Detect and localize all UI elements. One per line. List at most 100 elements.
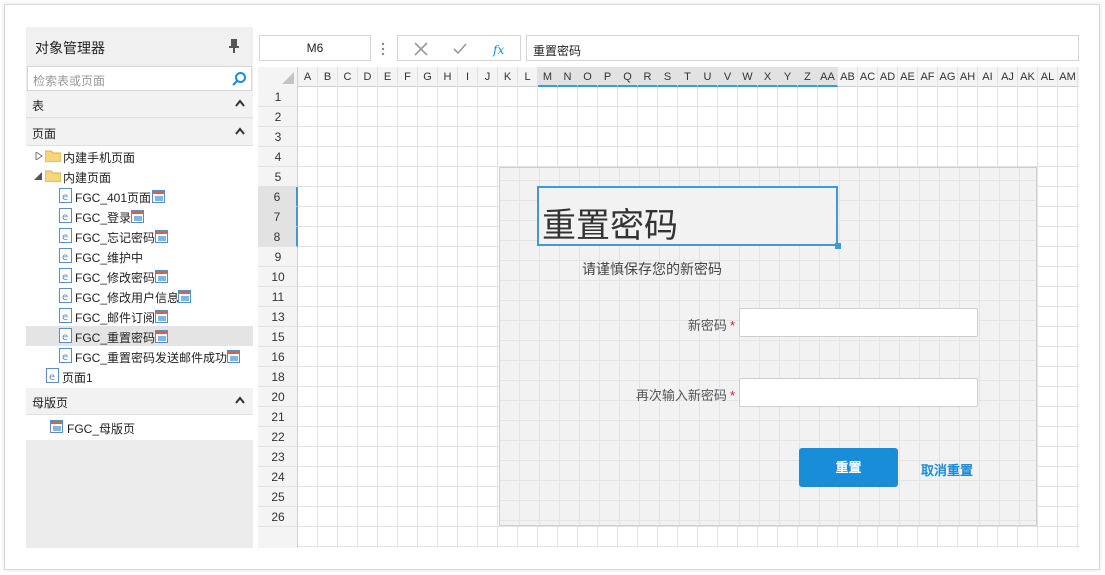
row-header[interactable]: 26 — [258, 507, 298, 527]
formula-input[interactable]: 重置密码 — [526, 35, 1079, 61]
column-header[interactable]: AJ — [998, 67, 1018, 87]
chevron-up-icon[interactable] — [235, 127, 245, 135]
confirm-password-field[interactable] — [739, 378, 978, 407]
row-header[interactable]: 8 — [258, 227, 298, 247]
column-header[interactable]: AI — [978, 67, 998, 87]
cancel-reset-link[interactable]: 取消重置 — [921, 460, 973, 479]
row-header[interactable]: 21 — [258, 407, 298, 427]
tree-item-page[interactable]: e FGC_维护中 — [26, 246, 253, 266]
check-icon[interactable] — [452, 41, 468, 57]
column-header[interactable]: AG — [938, 67, 958, 87]
column-header[interactable]: AA — [818, 67, 838, 87]
column-header[interactable]: E — [378, 67, 398, 87]
tree-item-page[interactable]: e FGC_邮件订阅 — [26, 306, 253, 326]
tree-folder-pages[interactable]: 内建页面 — [26, 166, 253, 186]
row-header[interactable]: 10 — [258, 267, 298, 287]
column-header[interactable]: AC — [858, 67, 878, 87]
column-header[interactable]: AB — [838, 67, 858, 87]
column-header[interactable]: L — [518, 67, 538, 87]
column-header[interactable]: AH — [958, 67, 978, 87]
column-header[interactable]: N — [558, 67, 578, 87]
tree-folder-mobile-pages[interactable]: 内建手机页面 — [26, 146, 253, 166]
column-header[interactable]: Q — [618, 67, 638, 87]
tree-item-page[interactable]: e FGC_登录 — [26, 206, 253, 226]
tree-item-page[interactable]: e FGC_修改密码 — [26, 266, 253, 286]
column-header[interactable]: AD — [878, 67, 898, 87]
tree-item-page[interactable]: e FGC_重置密码发送邮件成功 — [26, 346, 253, 366]
cell-reference-box[interactable]: M6 — [259, 35, 371, 61]
row-header[interactable]: 24 — [258, 467, 298, 487]
column-header[interactable]: U — [698, 67, 718, 87]
new-password-field[interactable] — [739, 308, 978, 337]
row-header[interactable]: 15 — [258, 327, 298, 347]
column-header[interactable]: H — [438, 67, 458, 87]
column-header[interactable]: AK — [1018, 67, 1038, 87]
column-header[interactable]: R — [638, 67, 658, 87]
column-header[interactable]: AF — [918, 67, 938, 87]
row-header[interactable]: 6 — [258, 187, 298, 207]
column-header[interactable]: P — [598, 67, 618, 87]
section-pages[interactable]: 页面 — [26, 119, 253, 146]
section-tables[interactable]: 表 — [26, 91, 253, 118]
more-vertical-icon[interactable] — [380, 42, 386, 56]
chevron-up-icon[interactable] — [235, 99, 245, 107]
section-masters[interactable]: 母版页 — [26, 388, 253, 415]
row-header[interactable]: 2 — [258, 107, 298, 127]
tree-item-page[interactable]: e FGC_401页面 — [26, 186, 253, 206]
tree-item-page[interactable]: e FGC_忘记密码 — [26, 226, 253, 246]
select-all-corner[interactable] — [258, 67, 298, 87]
column-header[interactable]: X — [758, 67, 778, 87]
row-header[interactable]: 18 — [258, 367, 298, 387]
column-header[interactable]: F — [398, 67, 418, 87]
column-header[interactable]: AL — [1038, 67, 1058, 87]
column-header[interactable]: S — [658, 67, 678, 87]
row-header[interactable]: 20 — [258, 387, 298, 407]
svg-text:e: e — [62, 332, 68, 343]
row-header[interactable]: 16 — [258, 347, 298, 367]
row-header[interactable]: 5 — [258, 167, 298, 187]
row-header[interactable]: 25 — [258, 487, 298, 507]
row-header[interactable]: 4 — [258, 147, 298, 167]
column-header[interactable]: T — [678, 67, 698, 87]
column-header[interactable]: AM — [1058, 67, 1078, 87]
search-icon[interactable] — [231, 71, 247, 87]
function-icon[interactable]: fx — [492, 41, 508, 57]
tree-item-page[interactable]: e FGC_修改用户信息 — [26, 286, 253, 306]
row-header[interactable]: 3 — [258, 127, 298, 147]
pin-icon[interactable] — [228, 39, 240, 53]
column-header[interactable]: Z — [798, 67, 818, 87]
tree-item-master[interactable]: FGC_母版页 — [26, 417, 253, 437]
column-header[interactable]: O — [578, 67, 598, 87]
tree-item-page[interactable]: e 页面1 — [26, 366, 253, 386]
search-input[interactable]: 检索表或页面 — [27, 66, 252, 91]
row-header[interactable]: 13 — [258, 307, 298, 327]
column-header[interactable]: C — [338, 67, 358, 87]
expand-arrow-icon[interactable] — [35, 152, 43, 160]
row-header[interactable]: 11 — [258, 287, 298, 307]
row-header[interactable]: 9 — [258, 247, 298, 267]
column-header[interactable]: G — [418, 67, 438, 87]
column-header[interactable]: W — [738, 67, 758, 87]
column-header[interactable]: D — [358, 67, 378, 87]
page-icon: e — [59, 188, 72, 203]
column-header[interactable]: Y — [778, 67, 798, 87]
column-header[interactable]: K — [498, 67, 518, 87]
chevron-up-icon[interactable] — [235, 396, 245, 404]
selected-title-cell[interactable]: 重置密码 — [537, 186, 838, 246]
column-header[interactable]: B — [318, 67, 338, 87]
resize-handle[interactable] — [835, 243, 841, 249]
row-header[interactable]: 22 — [258, 427, 298, 447]
row-header[interactable]: 23 — [258, 447, 298, 467]
tree-item-page-selected[interactable]: e FGC_重置密码 — [26, 326, 253, 346]
column-header[interactable]: I — [458, 67, 478, 87]
cancel-icon[interactable] — [413, 41, 429, 57]
row-header[interactable]: 1 — [258, 87, 298, 107]
column-header[interactable]: M — [538, 67, 558, 87]
row-header[interactable]: 7 — [258, 207, 298, 227]
reset-button[interactable]: 重置 — [799, 448, 898, 487]
collapse-arrow-icon[interactable] — [34, 172, 42, 180]
column-header[interactable]: AE — [898, 67, 918, 87]
column-header[interactable]: V — [718, 67, 738, 87]
column-header[interactable]: J — [478, 67, 498, 87]
column-header[interactable]: A — [298, 67, 318, 87]
